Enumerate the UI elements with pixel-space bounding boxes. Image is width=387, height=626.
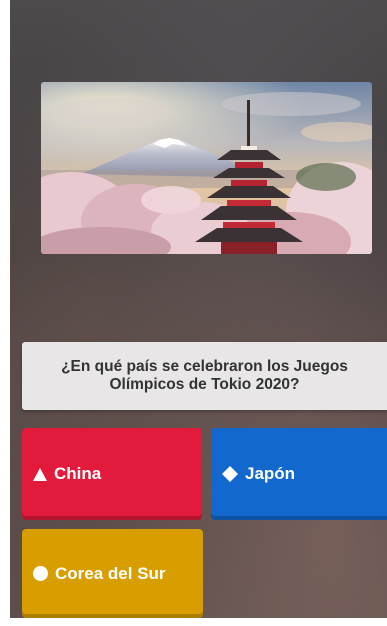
answer-label: Japón	[245, 464, 296, 483]
diamond-icon	[222, 466, 238, 482]
quiz-screen: ¿En qué país se celebraron los Juegos Ol…	[0, 0, 387, 626]
circle-icon	[33, 566, 48, 581]
question-text: ¿En qué país se celebraron los Juegos Ol…	[61, 358, 348, 393]
answer-button-corea-del-sur[interactable]: Corea del Sur	[22, 529, 203, 618]
question-image	[41, 82, 372, 254]
question-card: ¿En qué país se celebraron los Juegos Ol…	[22, 342, 387, 410]
answer-label: Corea del Sur	[55, 563, 166, 583]
answer-button-china[interactable]: China	[22, 428, 202, 520]
answer-label: China	[54, 464, 102, 483]
answer-button-japon[interactable]: Japón	[211, 428, 387, 520]
triangle-icon	[33, 467, 47, 481]
left-edge	[0, 0, 10, 626]
bottom-edge	[0, 618, 387, 626]
